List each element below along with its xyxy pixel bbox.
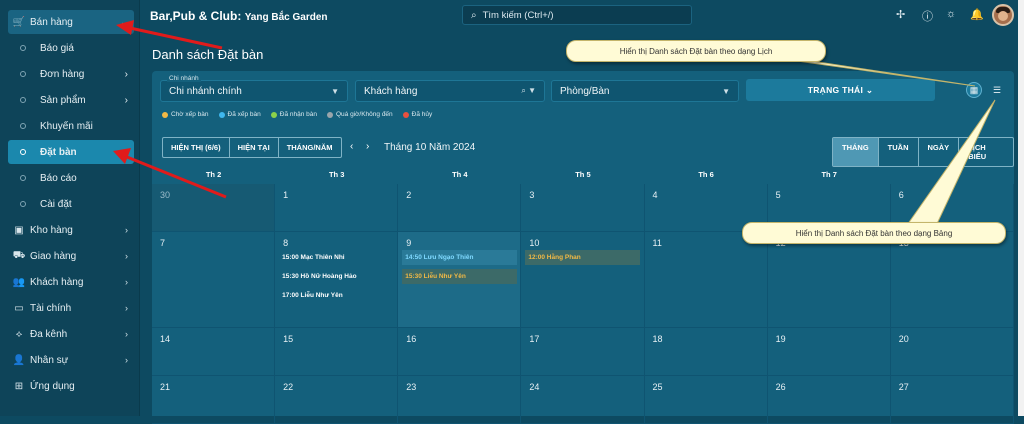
callout-calendar-view: Hiển thị Danh sách Đặt bàn theo dạng Lịc… [566, 40, 826, 62]
callout-text: Hiển thị Danh sách Đặt bàn theo dạng Lịc… [619, 46, 773, 56]
callout-pointer [904, 99, 996, 229]
annotation-overlay [113, 20, 996, 229]
callout-table-view: Hiển thị Danh sách Đặt bàn theo dạng Bản… [742, 222, 1006, 244]
callout-text: Hiển thị Danh sách Đặt bàn theo dạng Bản… [795, 228, 953, 238]
scrollbar[interactable] [1018, 0, 1024, 416]
red-arrow [113, 148, 227, 199]
red-arrow [116, 20, 223, 50]
callout-pointer [789, 59, 976, 87]
